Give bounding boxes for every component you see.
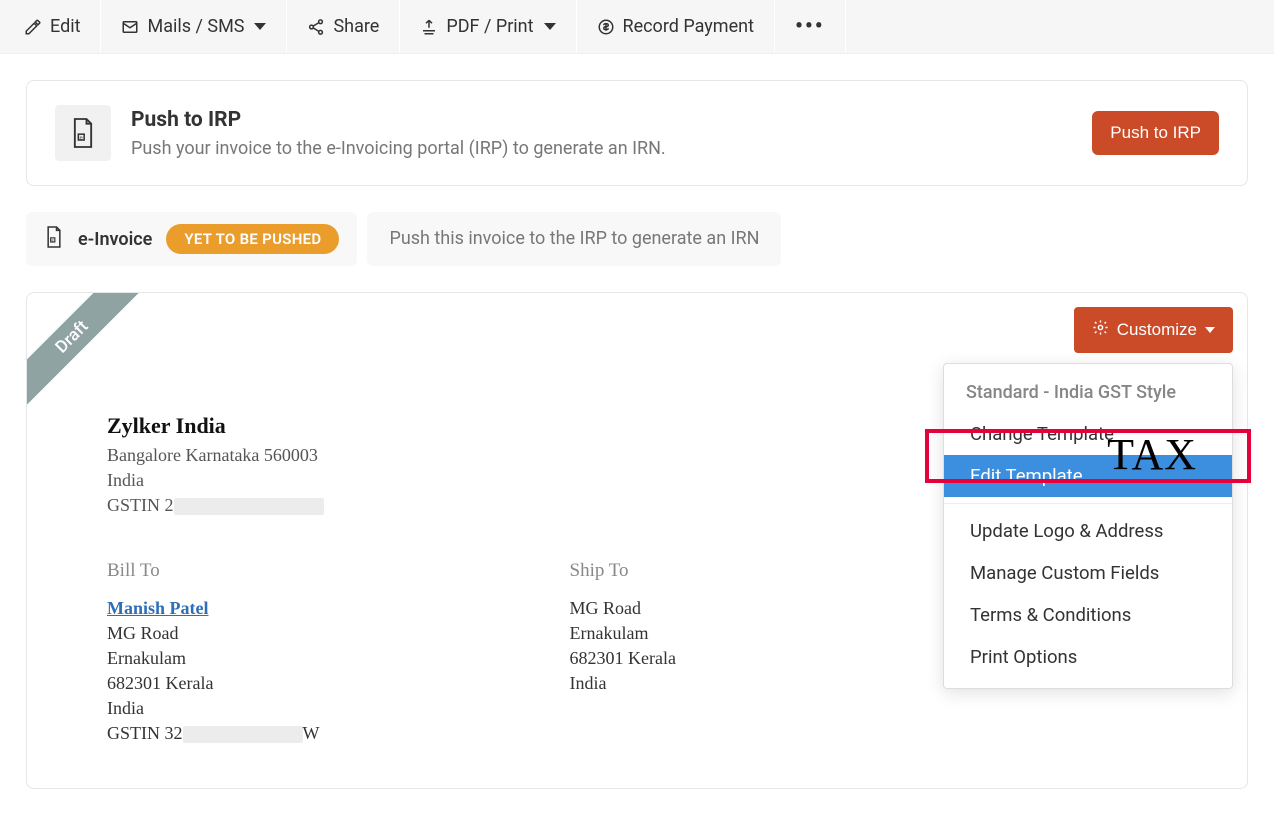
pencil-icon bbox=[24, 18, 42, 36]
company-name: Zylker India bbox=[107, 413, 1167, 439]
toolbar: Edit Mails / SMS Share PDF / Print Recor… bbox=[0, 0, 1274, 54]
edit-button[interactable]: Edit bbox=[4, 0, 101, 53]
mails-label: Mails / SMS bbox=[147, 16, 244, 37]
address-line: 682301 Kerala bbox=[570, 648, 676, 669]
gstin-prefix: GSTIN 32 bbox=[107, 723, 183, 743]
einvoice-status-badge: YET TO BE PUSHED bbox=[166, 224, 339, 254]
push-to-irp-button[interactable]: Push to IRP bbox=[1092, 111, 1219, 155]
share-button[interactable]: Share bbox=[287, 0, 400, 53]
bill-to-name-link[interactable]: Manish Patel bbox=[107, 598, 209, 618]
company-gstin-prefix: GSTIN 2 bbox=[107, 495, 174, 515]
bill-to-section: Bill To Manish Patel MG Road Ernakulam 6… bbox=[107, 560, 320, 748]
pdf-print-button[interactable]: PDF / Print bbox=[400, 0, 576, 53]
einvoice-file-icon: e bbox=[55, 105, 111, 161]
more-button[interactable]: ••• bbox=[775, 0, 846, 53]
more-icon: ••• bbox=[795, 14, 825, 39]
record-payment-button[interactable]: Record Payment bbox=[577, 0, 775, 53]
einvoice-status-box: e e-Invoice YET TO BE PUSHED bbox=[26, 212, 357, 266]
company-country: India bbox=[107, 470, 1167, 491]
bill-to-gstin: GSTIN 32 W bbox=[107, 723, 320, 744]
gstin-suffix: W bbox=[303, 723, 320, 743]
svg-text:e: e bbox=[80, 135, 83, 141]
ship-to-section: Ship To MG Road Ernakulam 682301 Kerala … bbox=[570, 560, 676, 748]
pdf-label: PDF / Print bbox=[446, 16, 533, 37]
address-line: Ernakulam bbox=[107, 648, 320, 669]
share-icon bbox=[307, 18, 325, 36]
payment-icon bbox=[597, 18, 615, 36]
address-line: 682301 Kerala bbox=[107, 673, 320, 694]
share-label: Share bbox=[333, 16, 379, 37]
redacted-gstin bbox=[174, 498, 324, 515]
einvoice-status-row: e e-Invoice YET TO BE PUSHED Push this i… bbox=[26, 212, 1248, 266]
einvoice-label: e-Invoice bbox=[78, 229, 152, 250]
address-line: MG Road bbox=[107, 623, 320, 644]
invoice-preview: Draft Customize Standard - India GST Sty… bbox=[26, 292, 1248, 789]
einvoice-file-icon: e bbox=[44, 225, 64, 253]
chevron-down-icon bbox=[544, 23, 556, 30]
irp-title: Push to IRP bbox=[131, 108, 1072, 132]
record-payment-label: Record Payment bbox=[623, 16, 754, 37]
bill-to-heading: Bill To bbox=[107, 560, 320, 582]
address-line: India bbox=[570, 673, 676, 694]
pdf-icon bbox=[420, 18, 438, 36]
irp-desc: Push your invoice to the e-Invoicing por… bbox=[131, 138, 1072, 159]
mail-icon bbox=[121, 18, 139, 36]
redacted-gstin bbox=[183, 726, 303, 743]
edit-label: Edit bbox=[50, 16, 80, 37]
address-line: MG Road bbox=[570, 598, 676, 619]
einvoice-hint: Push this invoice to the IRP to generate… bbox=[367, 212, 781, 266]
address-line: India bbox=[107, 698, 320, 719]
company-address: Bangalore Karnataka 560003 bbox=[107, 445, 1167, 466]
chevron-down-icon bbox=[254, 23, 266, 30]
ship-to-heading: Ship To bbox=[570, 560, 676, 582]
document-title: TAX bbox=[1107, 429, 1197, 480]
push-irp-card: e Push to IRP Push your invoice to the e… bbox=[26, 80, 1248, 186]
address-line: Ernakulam bbox=[570, 623, 676, 644]
company-gstin: GSTIN 2 bbox=[107, 495, 1167, 516]
mails-sms-button[interactable]: Mails / SMS bbox=[101, 0, 287, 53]
